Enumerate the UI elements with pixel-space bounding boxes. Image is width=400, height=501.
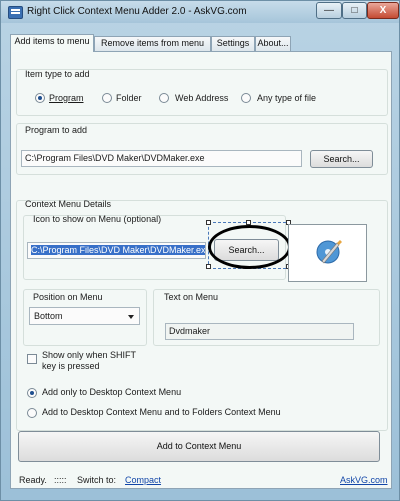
close-button[interactable]: X [367, 2, 399, 19]
position-dropdown[interactable]: Bottom [29, 307, 140, 325]
radio-any-file[interactable] [241, 93, 251, 103]
shift-checkbox[interactable] [27, 354, 37, 364]
icon-search-button[interactable]: Search... [214, 239, 279, 261]
radio-desktop-only-label[interactable]: Add only to Desktop Context Menu [42, 387, 181, 397]
radio-folder[interactable] [102, 93, 112, 103]
add-to-context-menu-button[interactable]: Add to Context Menu [18, 431, 380, 462]
radio-any-file-label[interactable]: Any type of file [257, 93, 316, 103]
compact-link[interactable]: Compact [125, 475, 161, 485]
position-label: Position on Menu [33, 292, 103, 302]
title-bar[interactable]: Right Click Context Menu Adder 2.0 - Ask… [1, 1, 399, 23]
minimize-button[interactable]: — [316, 2, 342, 19]
radio-web-address-label[interactable]: Web Address [175, 93, 228, 103]
radio-program[interactable] [35, 93, 45, 103]
context-menu-label: Context Menu Details [25, 199, 112, 209]
program-search-button[interactable]: Search... [310, 150, 373, 168]
switch-to-label: Switch to: [77, 475, 117, 485]
position-value: Bottom [34, 311, 63, 321]
dvd-maker-icon [316, 240, 342, 264]
tab-remove-items[interactable]: Remove items from menu [94, 36, 211, 51]
radio-program-label[interactable]: Program [49, 93, 84, 103]
resize-handle [246, 220, 251, 225]
chevron-down-icon [128, 315, 134, 319]
window-title: Right Click Context Menu Adder 2.0 - Ask… [27, 6, 247, 17]
text-label: Text on Menu [164, 292, 219, 302]
status-bar: Ready. ::::: Switch to: Compact AskVG.co… [1, 471, 399, 500]
radio-desktop-and-folders-label[interactable]: Add to Desktop Context Menu and to Folde… [42, 407, 281, 417]
app-icon [8, 6, 23, 19]
resize-handle [206, 264, 211, 269]
radio-folder-label[interactable]: Folder [116, 93, 142, 103]
app-window: Right Click Context Menu Adder 2.0 - Ask… [0, 0, 400, 501]
icon-preview [288, 224, 367, 282]
tab-settings[interactable]: Settings [211, 36, 255, 51]
status-ready: Ready. [19, 475, 47, 485]
shift-label-line1[interactable]: Show only when SHIFT [42, 350, 136, 360]
radio-web-address[interactable] [159, 93, 169, 103]
shift-label-line2[interactable]: key is pressed [42, 361, 100, 371]
tab-bar: Add items to menu Remove items from menu… [10, 34, 390, 52]
program-path-input[interactable]: C:\Program Files\DVD Maker\DVDMaker.exe [21, 150, 302, 167]
status-dots: ::::: [54, 475, 67, 485]
tab-about[interactable]: About... [255, 36, 291, 51]
menu-text-input[interactable]: Dvdmaker [165, 323, 354, 340]
item-type-label: Item type to add [25, 69, 90, 79]
maximize-button[interactable]: □ [342, 2, 367, 19]
askvg-link[interactable]: AskVG.com [340, 475, 388, 485]
icon-label: Icon to show on Menu (optional) [33, 214, 162, 224]
resize-handle [206, 220, 211, 225]
radio-desktop-and-folders[interactable] [27, 408, 37, 418]
radio-desktop-only[interactable] [27, 388, 37, 398]
icon-path-selection: C:\Program Files\DVD Maker\DVDMaker.exe [31, 245, 205, 255]
program-label: Program to add [25, 125, 88, 135]
icon-path-input[interactable]: C:\Program Files\DVD Maker\DVDMaker.exe [27, 242, 206, 259]
tab-add-items[interactable]: Add items to menu [10, 34, 94, 52]
